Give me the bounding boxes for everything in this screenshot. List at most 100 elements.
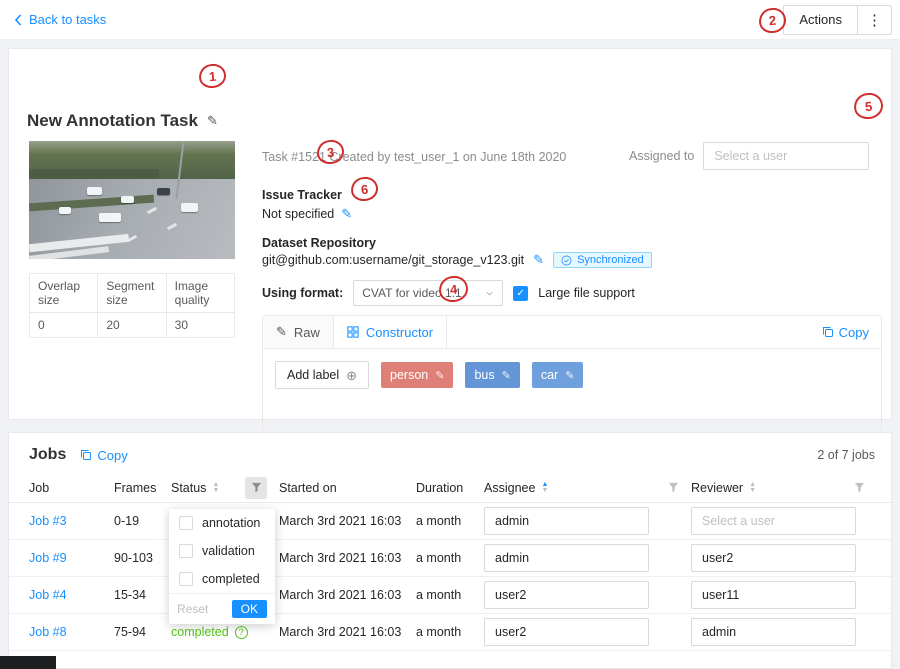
job-started: March 3rd 2021 16:03 (279, 625, 416, 639)
filter-reset-button[interactable]: Reset (177, 602, 208, 616)
task-meta-text: Task #1521 Created by test_user_1 on Jun… (262, 150, 566, 164)
assignee-input[interactable] (484, 507, 649, 535)
bottom-left-dark-strip (0, 656, 56, 669)
add-label-button[interactable]: Add label ⊕ (275, 361, 369, 389)
filter-ok-button[interactable]: OK (232, 600, 267, 618)
question-circle-icon: ? (235, 626, 248, 639)
dataset-repository-label: Dataset Repository (262, 236, 376, 250)
sort-icon-reviewer[interactable]: ▲▼ (749, 482, 756, 494)
tab-constructor-label: Constructor (366, 325, 433, 340)
synchronized-badge: Synchronized (553, 252, 652, 268)
issue-tracker-value: Not specified (262, 207, 334, 221)
jobs-card: Jobs Copy 2 of 7 jobs Job Frames Status … (8, 432, 892, 669)
job-link[interactable]: Job #4 (29, 588, 67, 602)
plus-circle-icon: ⊕ (346, 369, 357, 382)
job-status-text: completed (171, 625, 229, 639)
copy-labels-link[interactable]: Copy (822, 316, 869, 348)
status-filter-dropdown: annotation validation completed Reset OK (169, 509, 275, 624)
task-parameters-table: Overlap size Segment size Image quality … (29, 273, 235, 338)
sort-icon-status[interactable]: ▲▼ (212, 482, 219, 494)
job-frames: 90-103 (114, 551, 171, 565)
job-frames: 75-94 (114, 625, 171, 639)
col-job: Job (29, 481, 49, 495)
filter-icon-status[interactable] (245, 477, 267, 499)
reviewer-input[interactable] (691, 544, 856, 572)
sort-icon-assignee[interactable]: ▲▼ (541, 482, 548, 494)
more-actions-icon[interactable]: ⋮ (857, 6, 891, 34)
car-shape (157, 188, 170, 195)
job-link[interactable]: Job #3 (29, 514, 67, 528)
checkbox-completed[interactable] (179, 572, 193, 586)
check-circle-icon (561, 255, 572, 266)
edit-label-icon[interactable]: ✎ (502, 369, 511, 382)
param-value-quality: 30 (166, 313, 234, 338)
edit-repository-icon[interactable]: ✎ (533, 252, 544, 268)
copy-icon (822, 326, 834, 338)
format-select[interactable]: CVAT for video 1.1 (353, 280, 503, 306)
param-header-overlap: Overlap size (30, 274, 98, 313)
checkbox-annotation[interactable] (179, 516, 193, 530)
copy-icon (80, 449, 92, 461)
edit-label-icon[interactable]: ✎ (435, 369, 444, 382)
actions-label[interactable]: Actions (784, 6, 857, 34)
assignee-input[interactable] (484, 581, 649, 609)
dataset-repository-url: git@github.com:username/git_storage_v123… (262, 253, 524, 267)
edit-issue-tracker-icon[interactable]: ✎ (341, 206, 352, 222)
tab-raw-label: Raw (294, 325, 320, 340)
assigned-to-label: Assigned to (629, 149, 694, 163)
col-status[interactable]: Status (171, 481, 206, 495)
car-shape (181, 203, 198, 212)
chevron-left-icon (14, 14, 22, 26)
label-tag-bus[interactable]: bus ✎ (465, 362, 519, 388)
jobs-title: Jobs (29, 446, 66, 464)
using-format-label: Using format: (262, 286, 343, 300)
col-reviewer[interactable]: Reviewer (691, 481, 743, 495)
assignee-input[interactable] (484, 544, 649, 572)
add-label-label: Add label (287, 368, 339, 382)
edit-title-icon[interactable]: ✎ (207, 113, 218, 129)
job-frames: 15-34 (114, 588, 171, 602)
col-frames: Frames (114, 481, 156, 495)
bus-shape (99, 213, 121, 222)
edit-label-icon[interactable]: ✎ (565, 369, 574, 382)
col-assignee[interactable]: Assignee (484, 481, 535, 495)
task-assignee-input[interactable] (703, 142, 869, 170)
back-to-tasks-link[interactable]: Back to tasks (14, 12, 106, 27)
actions-button[interactable]: Actions ⋮ (783, 5, 892, 35)
label-tag-car[interactable]: car ✎ (532, 362, 584, 388)
label-tag-name: person (390, 368, 428, 382)
job-started: March 3rd 2021 16:03 (279, 514, 416, 528)
job-row: Job #4 15-34 March 3rd 2021 16:03 a mont… (9, 577, 891, 614)
filter-icon-reviewer[interactable] (854, 482, 865, 493)
copy-labels-label: Copy (839, 325, 869, 340)
label-tag-person[interactable]: person ✎ (381, 362, 453, 388)
car-shape (87, 187, 102, 195)
assignee-input[interactable] (484, 618, 649, 646)
job-link[interactable]: Job #8 (29, 625, 67, 639)
issue-tracker-label: Issue Tracker (262, 188, 342, 202)
filter-option-completed[interactable]: completed (169, 565, 275, 593)
reviewer-input[interactable] (691, 618, 856, 646)
job-row: Job #8 75-94 completed ? March 3rd 2021 … (9, 614, 891, 651)
tab-raw[interactable]: ✎ Raw (263, 316, 334, 348)
job-duration: a month (416, 551, 484, 565)
copy-jobs-link[interactable]: Copy (80, 448, 127, 463)
job-link[interactable]: Job #9 (29, 551, 67, 565)
checkbox-validation[interactable] (179, 544, 193, 558)
filter-option-validation[interactable]: validation (169, 537, 275, 565)
param-value-overlap: 0 (30, 313, 98, 338)
filter-icon-assignee[interactable] (668, 482, 679, 493)
reviewer-input[interactable] (691, 581, 856, 609)
tab-constructor[interactable]: Constructor (334, 316, 447, 348)
back-to-tasks-label: Back to tasks (29, 12, 106, 27)
job-duration: a month (416, 514, 484, 528)
job-row: Job #9 90-103 March 3rd 2021 16:03 a mon… (9, 540, 891, 577)
large-file-checkbox[interactable]: ✓ (513, 286, 528, 301)
jobs-count-label: 2 of 7 jobs (817, 448, 875, 462)
reviewer-input[interactable] (691, 507, 856, 535)
large-file-support-label: Large file support (538, 286, 635, 300)
job-started: March 3rd 2021 16:03 (279, 588, 416, 602)
col-started-on: Started on (279, 481, 337, 495)
filter-option-label: validation (202, 544, 255, 558)
filter-option-annotation[interactable]: annotation (169, 509, 275, 537)
